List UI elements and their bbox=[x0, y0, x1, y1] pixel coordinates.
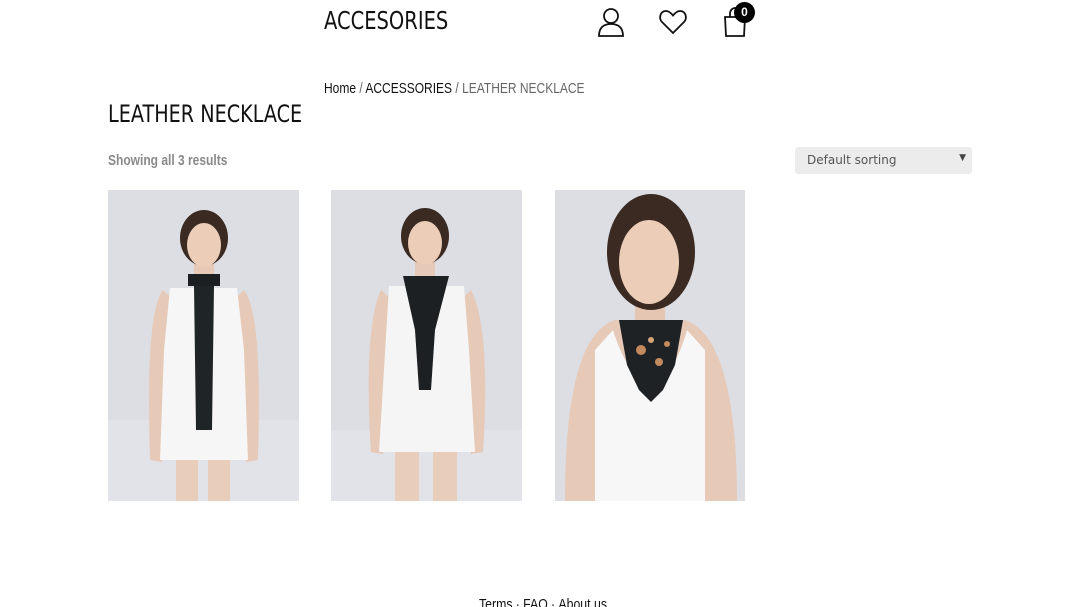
site-title[interactable]: ACCESORIES bbox=[324, 6, 448, 35]
breadcrumb-category[interactable]: ACCESSORIES bbox=[365, 80, 452, 97]
account-icon[interactable] bbox=[596, 6, 626, 38]
footer-link-terms[interactable]: Terms bbox=[479, 596, 512, 607]
page: ACCESORIES 0 Home / ACCESSORIES / LEATHE… bbox=[0, 0, 1080, 607]
sorting-selected-label: Default sorting bbox=[807, 153, 897, 167]
result-count: Showing all 3 results bbox=[108, 152, 228, 169]
wishlist-heart-icon[interactable] bbox=[658, 6, 688, 38]
product-image-bib-necklace[interactable] bbox=[555, 190, 745, 501]
footer-links: Terms · FAQ · About us bbox=[479, 596, 607, 607]
footer-link-about[interactable]: About us bbox=[558, 596, 607, 607]
cart-count-badge: 0 bbox=[734, 2, 755, 23]
page-title: LEATHER NECKLACE bbox=[108, 100, 303, 128]
footer-link-faq[interactable]: FAQ bbox=[523, 596, 548, 607]
breadcrumb-separator: / bbox=[455, 80, 459, 97]
product-image-fringe-necklace[interactable] bbox=[108, 190, 299, 501]
footer-separator: · bbox=[551, 596, 556, 607]
breadcrumb-home[interactable]: Home bbox=[324, 80, 356, 97]
product-image-leaf-necklace[interactable] bbox=[331, 190, 522, 501]
breadcrumb-current: LEATHER NECKLACE bbox=[462, 80, 585, 97]
breadcrumb-separator: / bbox=[359, 80, 363, 97]
dropdown-caret-icon: ▼ bbox=[959, 153, 966, 163]
breadcrumb: Home / ACCESSORIES / LEATHER NECKLACE bbox=[324, 80, 585, 97]
sorting-select[interactable]: Default sorting ▼ bbox=[795, 147, 972, 174]
footer-separator: · bbox=[515, 596, 520, 607]
